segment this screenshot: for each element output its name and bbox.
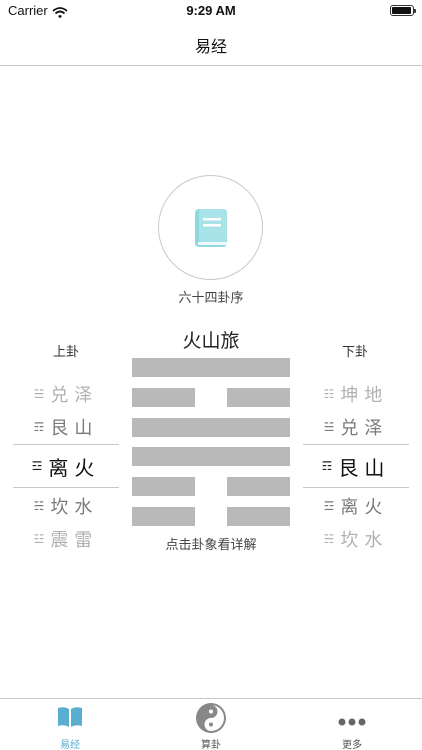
yin-yang-icon [195,702,227,738]
hexagram-figure[interactable] [132,358,290,526]
trigram-symbol-icon: ☶ [321,459,333,473]
trigram-symbol-icon: ☷ [323,387,335,401]
picker-row[interactable]: ☱ 兑泽 [13,380,119,408]
picker-row[interactable]: ☲ 离火 [303,492,409,520]
picker-row[interactable]: ☱ 兑泽 [303,413,409,441]
picker-row-selected[interactable]: ☲ 离火 [13,452,119,480]
picker-row[interactable]: ☵ 坎水 [13,492,119,520]
trigram-symbol-icon: ☲ [31,459,43,473]
tab-bar: 易经 算卦 更多 [0,698,422,750]
hexagram-sequence-button[interactable] [158,175,263,280]
tab-more[interactable]: 更多 [282,699,422,750]
picker-row[interactable]: ☷ 坤地 [303,380,409,408]
yang-line [132,447,290,466]
yin-line-left [132,507,195,526]
yin-line-left [132,477,195,496]
yin-line-right [227,477,290,496]
status-time: 9:29 AM [186,3,236,18]
book-tab-icon [56,705,84,733]
hexagram-hint: 点击卦象看详解 [165,538,257,553]
yang-line [132,418,290,437]
navigation-bar: 易经 [0,22,422,66]
trigram-symbol-icon: ☲ [323,499,335,513]
picker-row-selected[interactable]: ☶ 艮山 [303,452,409,480]
book-icon [194,208,230,252]
yin-line-left [132,388,195,407]
page-title: 易经 [194,37,227,56]
picker-row[interactable]: ☶ 艮山 [13,413,119,441]
upper-trigram-picker[interactable]: ☱ 兑泽 ☶ 艮山 ☲ 离火 ☵ 坎水 ☳ 震雷 [13,372,119,558]
battery-icon [390,5,416,16]
trigram-symbol-icon: ☱ [323,420,335,434]
yang-line [132,358,290,377]
lower-trigram-picker[interactable]: ☷ 坤地 ☱ 兑泽 ☶ 艮山 ☲ 离火 ☵ 坎水 [303,372,409,558]
yin-line-right [227,388,290,407]
more-dots-icon [338,711,366,730]
hexagram-name: 火山旅 [182,330,240,352]
yin-line-right [227,507,290,526]
trigram-symbol-icon: ☵ [33,499,45,513]
tab-divination[interactable]: 算卦 [141,699,281,750]
trigram-symbol-icon: ☶ [33,420,45,434]
trigram-symbol-icon: ☱ [33,387,45,401]
status-bar: Carrier 9:29 AM [0,0,422,22]
tab-yijing[interactable]: 易经 [0,699,140,750]
hexagram-sequence-label: 六十四卦序 [178,291,244,306]
